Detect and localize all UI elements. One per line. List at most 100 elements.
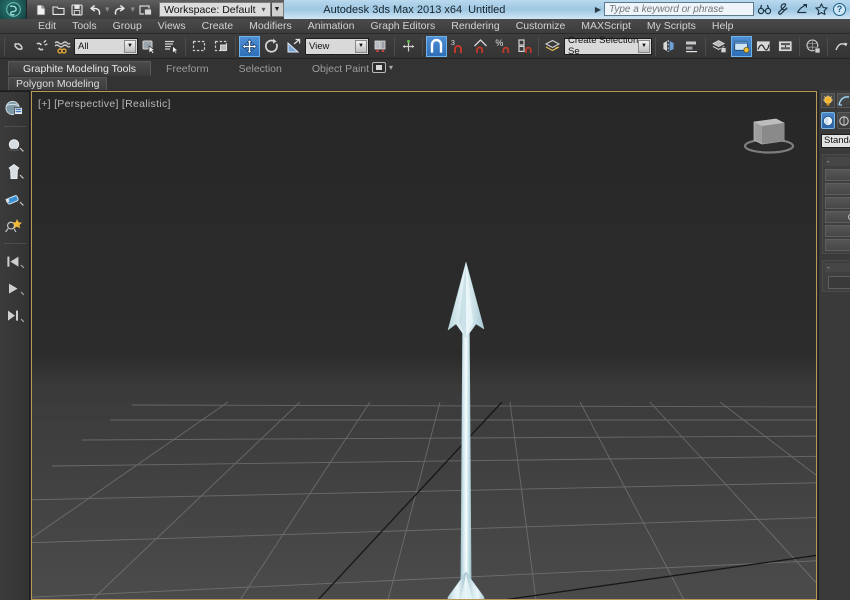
view-cube[interactable] xyxy=(738,110,800,159)
spinner-snap-toggle-button[interactable]: % xyxy=(492,36,513,57)
render-production-icon[interactable] xyxy=(2,96,28,121)
set-key-next-icon[interactable] xyxy=(2,303,28,328)
wrench-icon[interactable] xyxy=(776,2,790,16)
main-toolbar: All ▼ View ▼ 3 % Create Selection Se ▼ xyxy=(0,34,850,59)
menu-item-tools[interactable]: Tools xyxy=(64,19,105,34)
rectangular-selection-region-button[interactable] xyxy=(189,36,210,57)
search-input[interactable] xyxy=(609,3,749,15)
search-binoculars-icon[interactable] xyxy=(757,2,771,16)
object-type-rollout-header[interactable]: - xyxy=(825,157,850,166)
sphere-button[interactable]: Sp xyxy=(825,197,850,209)
layer-manager-button[interactable] xyxy=(709,36,730,57)
window-crossing-button[interactable] xyxy=(211,36,232,57)
modify-arc-icon xyxy=(838,95,850,106)
select-by-name-button[interactable] xyxy=(161,36,182,57)
ribbon-tab-freeform[interactable]: Freeform xyxy=(151,61,224,76)
toolbar-separator-8 xyxy=(799,36,800,56)
ribbon-toggle-caret-icon[interactable]: ▾ xyxy=(389,63,393,72)
perspective-viewport[interactable]: [+] [Perspective] [Realistic] xyxy=(32,92,816,600)
render-setup-icon[interactable] xyxy=(2,186,28,211)
save-file-icon[interactable] xyxy=(68,2,85,18)
toolbar-separator-7 xyxy=(705,36,706,56)
set-key-play-icon[interactable] xyxy=(2,276,28,301)
menu-item-my-scripts[interactable]: My Scripts xyxy=(639,19,704,34)
new-file-icon[interactable] xyxy=(32,2,49,18)
subscription-icon[interactable] xyxy=(795,2,809,16)
angle-snap-toggle-button[interactable]: 3 xyxy=(448,36,469,57)
search-box[interactable] xyxy=(604,2,754,16)
graphite-modeling-toggle-button[interactable] xyxy=(731,35,752,57)
menu-item-modifiers[interactable]: Modifiers xyxy=(241,19,300,34)
align-button[interactable] xyxy=(681,36,702,57)
selection-filter-caret-icon[interactable]: ▼ xyxy=(124,39,136,53)
mirror-button[interactable] xyxy=(659,36,680,57)
object-name-field[interactable] xyxy=(828,276,850,289)
workspace-dropdown-button[interactable]: ▼ xyxy=(271,2,284,17)
menu-item-animation[interactable]: Animation xyxy=(300,19,363,34)
menu-item-create[interactable]: Create xyxy=(194,19,242,34)
select-object-button[interactable] xyxy=(139,36,160,57)
activeshade-icon[interactable] xyxy=(2,159,28,184)
select-and-scale-button[interactable] xyxy=(283,36,304,57)
bind-to-space-warp-button[interactable] xyxy=(52,36,73,57)
undo-icon[interactable] xyxy=(86,2,103,18)
ribbon-tab-object-paint[interactable]: Object Paint xyxy=(297,61,384,76)
ribbon-panel-polygon-modeling[interactable]: Polygon Modeling xyxy=(8,77,108,91)
ribbon-display-toggle[interactable]: ▾ xyxy=(372,62,393,73)
infocenter-expand-arrow-icon[interactable]: ▶ xyxy=(595,5,601,14)
cylinder-button[interactable]: Cyl xyxy=(825,211,850,223)
create-tab[interactable] xyxy=(821,93,835,108)
open-file-icon[interactable] xyxy=(50,2,67,18)
autogrid-checkbox-row[interactable] xyxy=(825,169,850,181)
select-and-rotate-button[interactable] xyxy=(261,36,282,57)
viewport-label[interactable]: [+] [Perspective] [Realistic] xyxy=(38,98,171,110)
snaps-toggle-button[interactable] xyxy=(426,35,447,57)
material-editor-button[interactable] xyxy=(803,36,824,57)
redo-icon[interactable] xyxy=(112,2,129,18)
menu-item-help[interactable]: Help xyxy=(704,19,742,34)
object-category-dropdown[interactable]: Standa xyxy=(821,134,850,148)
render-iterative-icon[interactable] xyxy=(2,132,28,157)
coordinate-system-caret-icon[interactable]: ▼ xyxy=(355,39,367,53)
select-and-link-button[interactable] xyxy=(8,36,29,57)
render-setup-button[interactable] xyxy=(831,36,850,57)
use-pivot-point-center-button[interactable] xyxy=(370,36,391,57)
select-and-move-button[interactable] xyxy=(239,35,260,57)
workspace-selector[interactable]: Workspace: Default ▾ xyxy=(159,2,271,17)
set-key-start-icon[interactable] xyxy=(2,249,28,274)
menu-item-edit[interactable]: Edit xyxy=(30,19,64,34)
selection-filter-combo[interactable]: All ▼ xyxy=(74,37,138,55)
application-menu-button[interactable] xyxy=(0,0,27,19)
name-and-color-rollout-header[interactable]: - xyxy=(825,263,850,272)
ribbon-tab-graphite-modeling-tools[interactable]: Graphite Modeling Tools xyxy=(8,61,152,76)
favorites-star-icon[interactable] xyxy=(814,2,828,16)
menu-item-group[interactable]: Group xyxy=(105,19,150,34)
teapot-button[interactable]: Te xyxy=(825,239,850,251)
edit-named-selection-sets-button[interactable] xyxy=(514,36,535,57)
menu-item-maxscript[interactable]: MAXScript xyxy=(573,19,639,34)
torus-button[interactable]: To xyxy=(825,225,850,237)
named-selection-set-caret-icon[interactable]: ▼ xyxy=(638,39,650,53)
schematic-view-button[interactable] xyxy=(775,36,796,57)
undo-dropdown-arrow-icon[interactable]: ▾ xyxy=(104,4,111,15)
menu-item-graph-editors[interactable]: Graph Editors xyxy=(362,19,443,34)
ribbon-tab-selection[interactable]: Selection xyxy=(224,61,297,76)
shapes-category-icon[interactable] xyxy=(837,112,850,129)
box-button[interactable]: B xyxy=(825,183,850,195)
reference-coordinate-system-combo[interactable]: View ▼ xyxy=(305,37,369,55)
named-selection-set-combo[interactable]: Create Selection Se ▼ xyxy=(564,35,652,57)
menu-item-customize[interactable]: Customize xyxy=(508,19,574,34)
unlink-selection-button[interactable] xyxy=(30,36,51,57)
menu-item-views[interactable]: Views xyxy=(150,19,194,34)
percent-snap-toggle-button[interactable] xyxy=(470,36,491,57)
set-project-folder-icon[interactable] xyxy=(137,2,154,18)
redo-dropdown-arrow-icon[interactable]: ▾ xyxy=(130,4,137,15)
geometry-category-icon[interactable] xyxy=(821,112,835,129)
curve-editor-button[interactable] xyxy=(753,36,774,57)
modify-tab[interactable] xyxy=(837,93,850,108)
select-and-manipulate-button[interactable] xyxy=(398,36,419,57)
manage-layers-button[interactable] xyxy=(542,36,563,57)
help-icon[interactable]: ? xyxy=(833,2,846,16)
rendered-frame-window-icon[interactable] xyxy=(2,213,28,238)
menu-item-rendering[interactable]: Rendering xyxy=(443,19,507,34)
